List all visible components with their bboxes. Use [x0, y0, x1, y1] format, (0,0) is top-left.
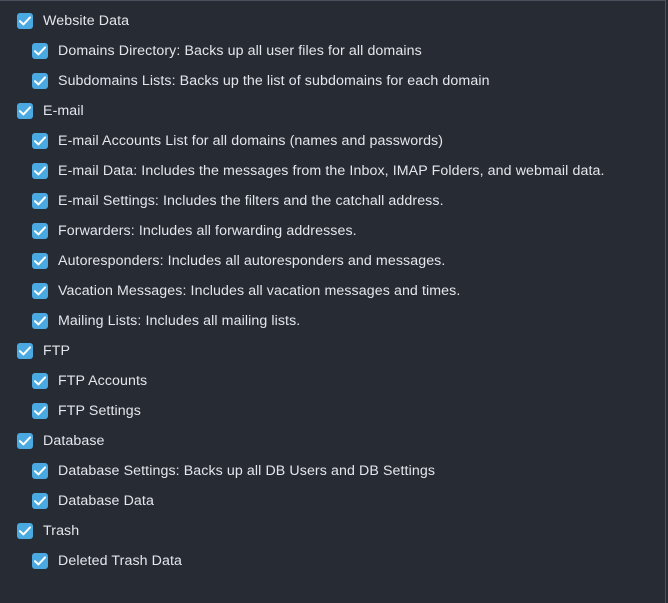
- checkbox-ftp-settings[interactable]: [32, 403, 48, 419]
- checkbox-database[interactable]: [17, 433, 33, 449]
- checkbox-database-settings[interactable]: [32, 463, 48, 479]
- option-label: Database Data: [58, 493, 154, 509]
- option-email-accounts-list[interactable]: E-mail Accounts List for all domains (na…: [0, 126, 660, 156]
- checkbox-database-data[interactable]: [32, 493, 48, 509]
- checkmark-icon: [34, 166, 46, 176]
- checkbox-email[interactable]: [17, 103, 33, 119]
- checkmark-icon: [34, 316, 46, 326]
- section-label: Website Data: [43, 13, 130, 29]
- section-label: E-mail: [43, 103, 84, 119]
- section-website-data[interactable]: Website Data: [0, 6, 660, 36]
- section-label: Trash: [43, 523, 80, 539]
- checkmark-icon: [34, 256, 46, 266]
- option-forwarders[interactable]: Forwarders: Includes all forwarding addr…: [0, 216, 660, 246]
- checkbox-email-settings[interactable]: [32, 193, 48, 209]
- checkbox-email-accounts-list[interactable]: [32, 133, 48, 149]
- option-label: Deleted Trash Data: [58, 553, 183, 569]
- checkbox-autoresponders[interactable]: [32, 253, 48, 269]
- section-trash[interactable]: Trash: [0, 516, 660, 546]
- checkmark-icon: [19, 106, 31, 116]
- section-email[interactable]: E-mail: [0, 96, 660, 126]
- option-label: Vacation Messages: Includes all vacation…: [58, 283, 461, 299]
- checkmark-icon: [19, 16, 31, 26]
- section-ftp[interactable]: FTP: [0, 336, 660, 366]
- option-label: E-mail Accounts List for all domains (na…: [58, 133, 444, 149]
- option-database-data[interactable]: Database Data: [0, 486, 660, 516]
- option-label: Autoresponders: Includes all autorespond…: [58, 253, 446, 269]
- checkbox-domains-directory[interactable]: [32, 43, 48, 59]
- checkmark-icon: [34, 406, 46, 416]
- checkbox-forwarders[interactable]: [32, 223, 48, 239]
- checkmark-icon: [19, 526, 31, 536]
- checkbox-ftp[interactable]: [17, 343, 33, 359]
- section-label: Database: [43, 433, 105, 449]
- option-deleted-trash-data[interactable]: Deleted Trash Data: [0, 546, 660, 576]
- checkbox-deleted-trash-data[interactable]: [32, 553, 48, 569]
- option-email-data[interactable]: E-mail Data: Includes the messages from …: [0, 156, 660, 186]
- checkmark-icon: [34, 376, 46, 386]
- option-label: E-mail Settings: Includes the filters an…: [58, 193, 444, 209]
- checkbox-ftp-accounts[interactable]: [32, 373, 48, 389]
- option-label: Database Settings: Backs up all DB Users…: [58, 463, 436, 479]
- option-mailing-lists[interactable]: Mailing Lists: Includes all mailing list…: [0, 306, 660, 336]
- checkmark-icon: [34, 76, 46, 86]
- checkmark-icon: [34, 496, 46, 506]
- option-database-settings[interactable]: Database Settings: Backs up all DB Users…: [0, 456, 660, 486]
- checkbox-subdomains-lists[interactable]: [32, 73, 48, 89]
- checkmark-icon: [34, 226, 46, 236]
- checkbox-mailing-lists[interactable]: [32, 313, 48, 329]
- checkbox-vacation-messages[interactable]: [32, 283, 48, 299]
- checkbox-trash[interactable]: [17, 523, 33, 539]
- checkmark-icon: [19, 346, 31, 356]
- option-label: E-mail Data: Includes the messages from …: [58, 163, 605, 179]
- checkmark-icon: [34, 46, 46, 56]
- backup-options-list: Website Data Domains Directory: Backs up…: [0, 6, 660, 576]
- option-domains-directory[interactable]: Domains Directory: Backs up all user fil…: [0, 36, 660, 66]
- checkmark-icon: [34, 286, 46, 296]
- checkmark-icon: [34, 556, 46, 566]
- checkmark-icon: [19, 436, 31, 446]
- option-label: Domains Directory: Backs up all user fil…: [58, 43, 422, 59]
- option-label: Subdomains Lists: Backs up the list of s…: [58, 73, 490, 89]
- option-ftp-accounts[interactable]: FTP Accounts: [0, 366, 660, 396]
- option-label: FTP Settings: [58, 403, 141, 419]
- checkbox-website-data[interactable]: [17, 13, 33, 29]
- checkmark-icon: [34, 466, 46, 476]
- option-subdomains-lists[interactable]: Subdomains Lists: Backs up the list of s…: [0, 66, 660, 96]
- option-autoresponders[interactable]: Autoresponders: Includes all autorespond…: [0, 246, 660, 276]
- checkmark-icon: [34, 136, 46, 146]
- option-label: Mailing Lists: Includes all mailing list…: [58, 313, 301, 329]
- section-database[interactable]: Database: [0, 426, 660, 456]
- option-email-settings[interactable]: E-mail Settings: Includes the filters an…: [0, 186, 660, 216]
- option-label: FTP Accounts: [58, 373, 148, 389]
- checkmark-icon: [34, 196, 46, 206]
- option-vacation-messages[interactable]: Vacation Messages: Includes all vacation…: [0, 276, 660, 306]
- option-label: Forwarders: Includes all forwarding addr…: [58, 223, 357, 239]
- option-ftp-settings[interactable]: FTP Settings: [0, 396, 660, 426]
- checkbox-email-data[interactable]: [32, 163, 48, 179]
- backup-options-panel: Website Data Domains Directory: Backs up…: [0, 0, 666, 603]
- section-label: FTP: [43, 343, 71, 359]
